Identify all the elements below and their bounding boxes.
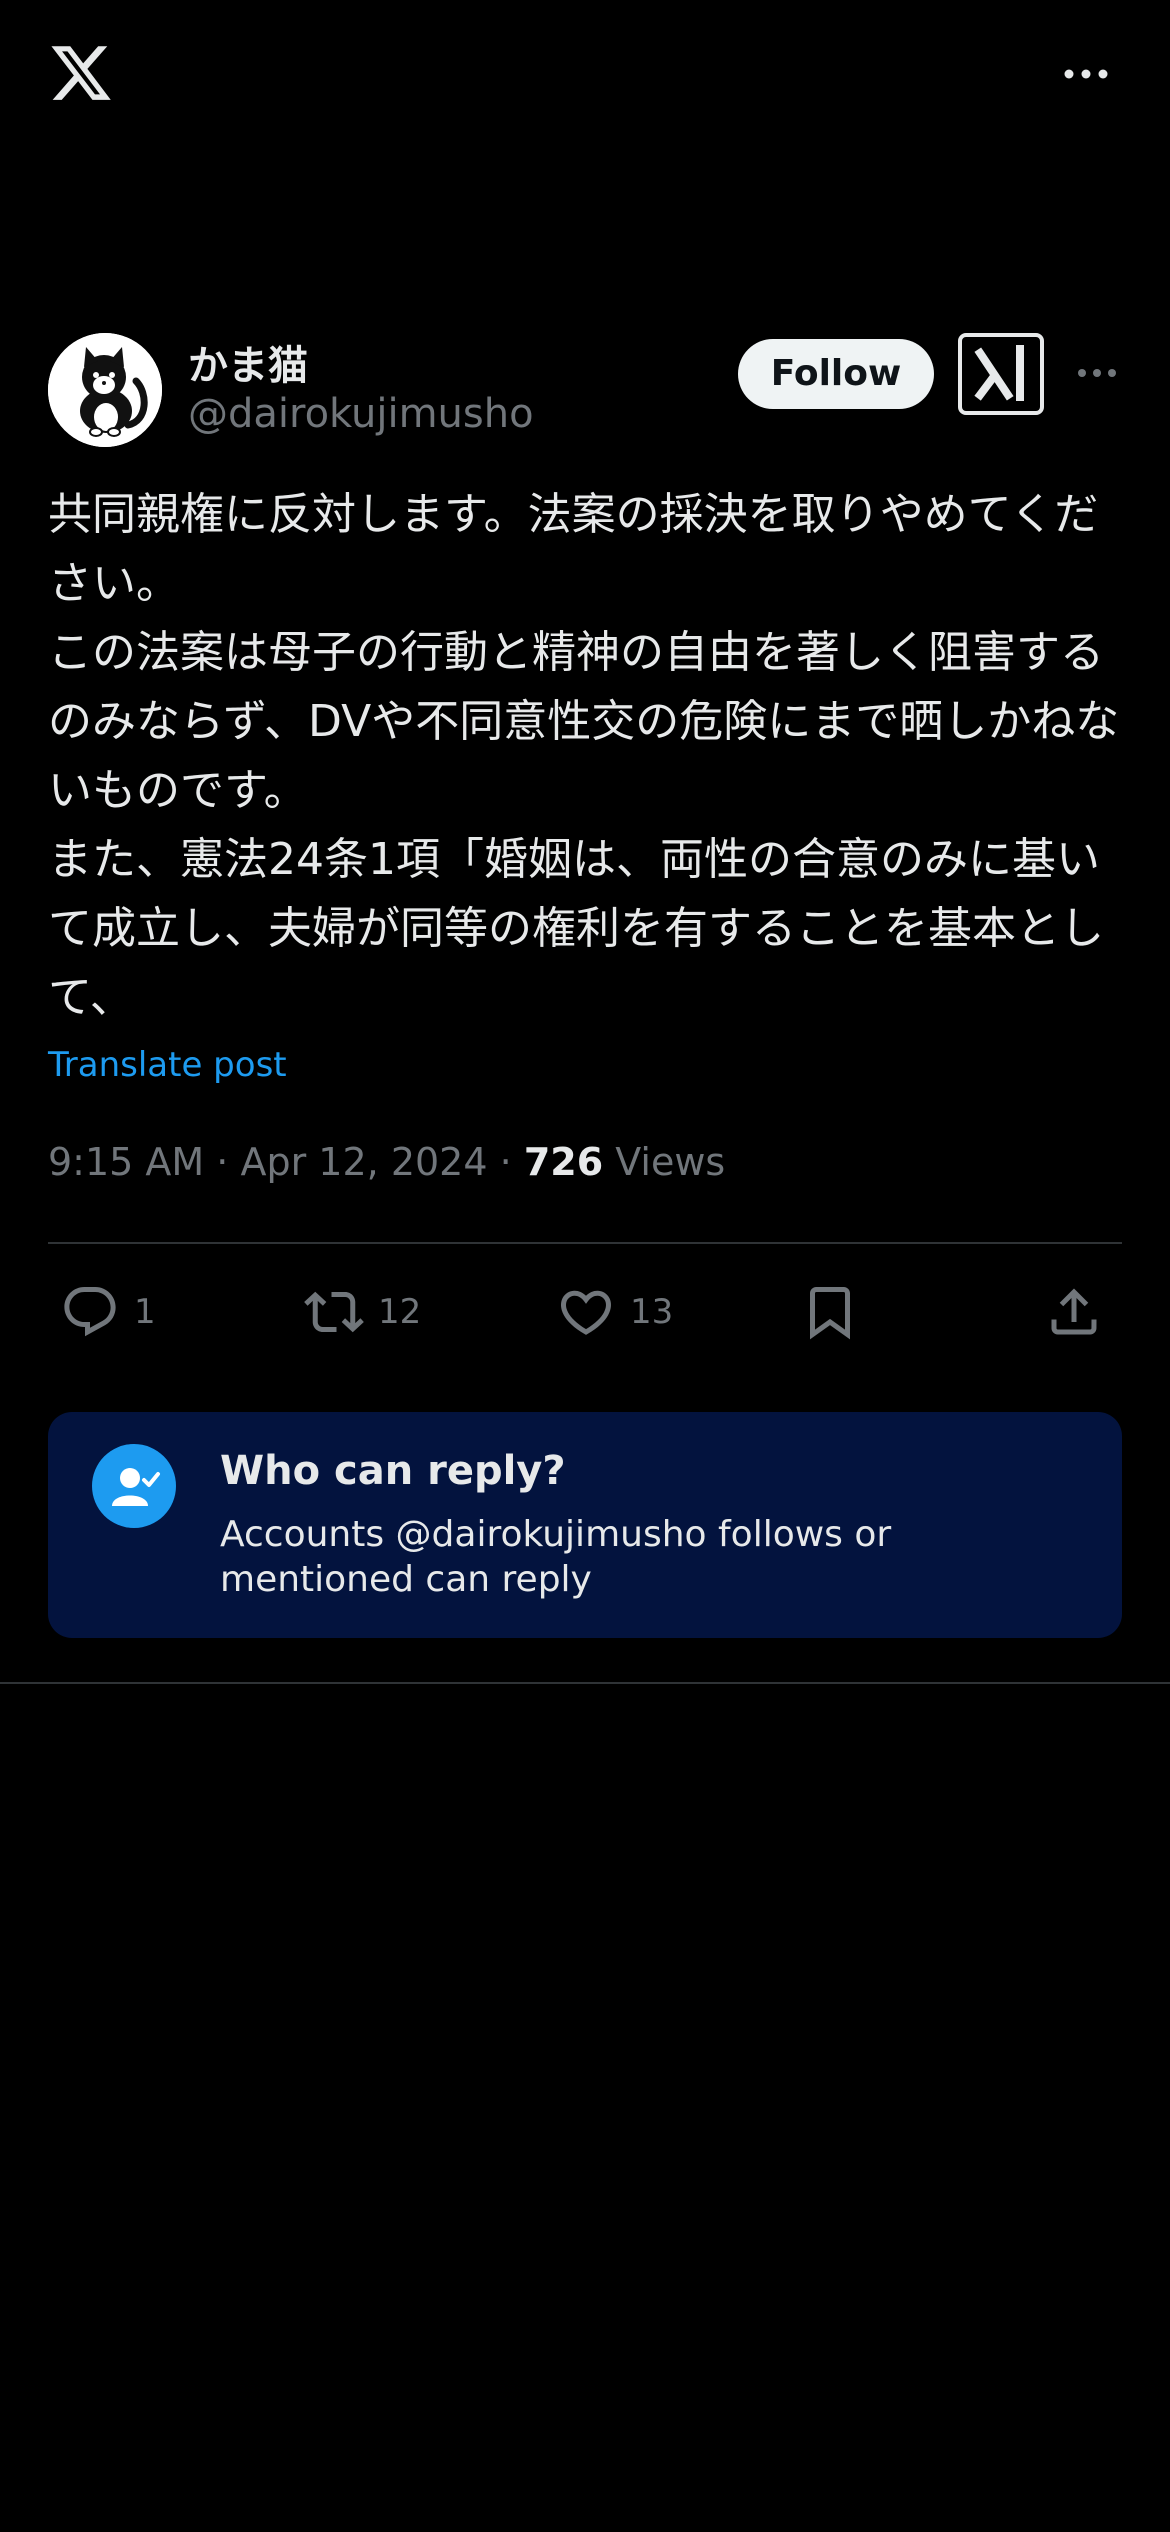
views-count[interactable]: 726 [524,1140,603,1184]
reply-button[interactable]: 1 [60,1272,156,1352]
reply-restriction-description: Accounts @dairokujimusho follows or ment… [220,1514,892,1600]
meta-separator: · [499,1140,512,1184]
display-name[interactable]: かま猫 [188,333,308,391]
tweet-text: 共同親権に反対します。法案の採決を取りやめてください。 この法案は母子の行動と精… [48,489,1120,1023]
like-count: 13 [630,1292,674,1332]
tweet-date[interactable]: Apr 12, 2024 [240,1140,487,1184]
bookmark-button[interactable] [800,1272,874,1352]
author-handle[interactable]: @dairokujimusho [188,391,534,437]
top-bar [0,0,1170,150]
like-icon [560,1290,612,1335]
divider [48,1242,1122,1244]
translate-post-link[interactable]: Translate post [48,1045,287,1085]
tweet-author: かま猫 @dairokujimusho Follow [48,333,1122,448]
tweet-meta: 9:15 AM · Apr 12, 2024 · 726 Views [48,1140,725,1184]
reply-restriction-title: Who can reply? [220,1448,566,1494]
more-icon[interactable] [1062,62,1110,86]
like-button[interactable]: 13 [556,1272,673,1352]
follow-button[interactable]: Follow [738,339,934,409]
action-bar: 1 12 13 [48,1272,1122,1352]
repost-count: 12 [378,1292,422,1332]
cat-avatar-icon [48,333,162,447]
share-icon [1051,1288,1097,1335]
grok-icon [974,345,1024,401]
repost-button[interactable]: 12 [304,1272,421,1352]
views-label: Views [615,1140,726,1184]
repost-icon [304,1291,364,1333]
bookmark-icon [810,1287,850,1340]
reply-icon [64,1287,116,1337]
meta-separator: · [216,1140,229,1184]
tweet-time[interactable]: 9:15 AM [48,1140,204,1184]
divider [0,1682,1170,1684]
more-icon[interactable] [1076,363,1118,383]
x-logo-icon[interactable] [48,40,114,106]
person-check-icon [92,1444,176,1528]
share-button[interactable] [1044,1272,1118,1352]
avatar[interactable] [48,333,162,447]
reply-restriction-card: Who can reply? Accounts @dairokujimusho … [48,1412,1122,1638]
reply-count: 1 [134,1292,156,1332]
grok-button[interactable] [958,333,1044,415]
